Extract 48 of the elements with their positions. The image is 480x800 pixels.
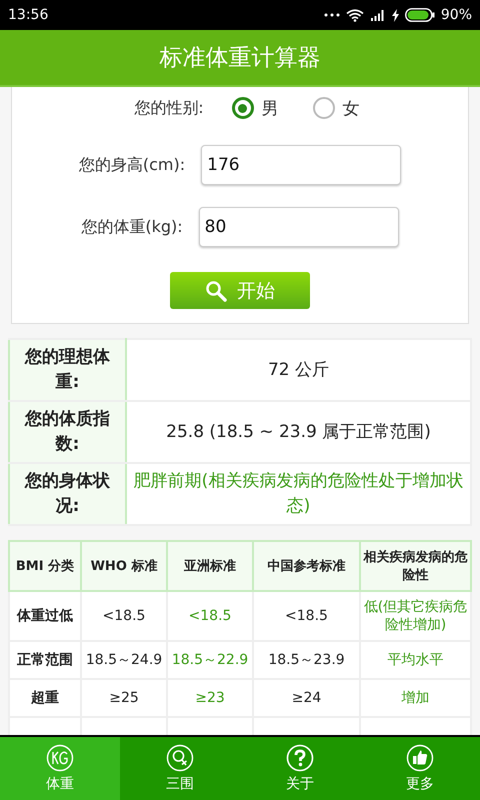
charging-icon [392, 8, 399, 22]
result-label: 您的体质指数: [9, 401, 126, 463]
thumbs-up-icon [406, 744, 434, 772]
kg-icon [46, 744, 74, 772]
table-cell: 18.5～24.9 [81, 641, 167, 679]
result-value: 25.8 (18.5 ~ 23.9 属于正常范围) [126, 401, 471, 463]
gender-radio[interactable]: 女 [306, 96, 366, 120]
table-cell: <18.5 [167, 591, 253, 641]
weight-field[interactable]: 80 [198, 207, 399, 247]
table-cell: 18.5～22.9 [167, 641, 253, 679]
table-cell: <18.5 [81, 591, 167, 641]
table-cell: ≥24 [253, 679, 360, 717]
column-header: 中国参考标准 [253, 541, 360, 591]
height-field[interactable]: 176 [201, 145, 402, 185]
battery-percentage: 90% [440, 7, 472, 23]
height-label: 您的身高(cm): [78, 154, 186, 176]
column-header: 相关疾病发病的危险性 [360, 541, 471, 591]
result-value: 72 公斤 [126, 339, 471, 401]
result-label: 您的理想体重: [9, 339, 126, 401]
result-label: 您的身体状况: [9, 463, 126, 525]
table-cell: 平均水平 [360, 641, 471, 679]
more-icon [324, 13, 340, 17]
gender-radio[interactable]: 男 [226, 96, 285, 120]
battery-icon [404, 8, 435, 22]
tape-measure-icon [166, 744, 194, 772]
signal-icon [370, 9, 386, 21]
clock: 13:56 [8, 7, 48, 23]
table-cell: 超重 [9, 679, 81, 717]
table-cell: ≥25 [81, 679, 167, 717]
table-cell: 低(但其它疾病危险性增加) [360, 591, 471, 641]
nav-tab[interactable]: 体重 [0, 737, 120, 800]
header-title: 标准体重计算器 [160, 44, 320, 73]
result-value: 肥胖前期(相关疾病发病的危险性处于增加状态) [126, 463, 471, 525]
column-header: 亚洲标准 [167, 541, 253, 591]
table-cell: 体重过低 [9, 591, 81, 641]
help-icon [286, 744, 314, 772]
gender-label: 您的性别: [134, 98, 204, 118]
table-cell: ≥23 [167, 679, 253, 717]
search-icon [205, 280, 227, 302]
column-header: WHO 标准 [81, 541, 167, 591]
table-cell: 正常范围 [9, 641, 81, 679]
start-button[interactable]: 开始 [170, 272, 310, 309]
weight-label: 您的体重(kg): [81, 216, 183, 238]
table-cell: <18.5 [253, 591, 360, 641]
table-cell: 18.5～23.9 [253, 641, 360, 679]
column-header: BMI 分类 [9, 541, 81, 591]
wifi-icon [346, 8, 364, 22]
table-cell: 增加 [360, 679, 471, 717]
